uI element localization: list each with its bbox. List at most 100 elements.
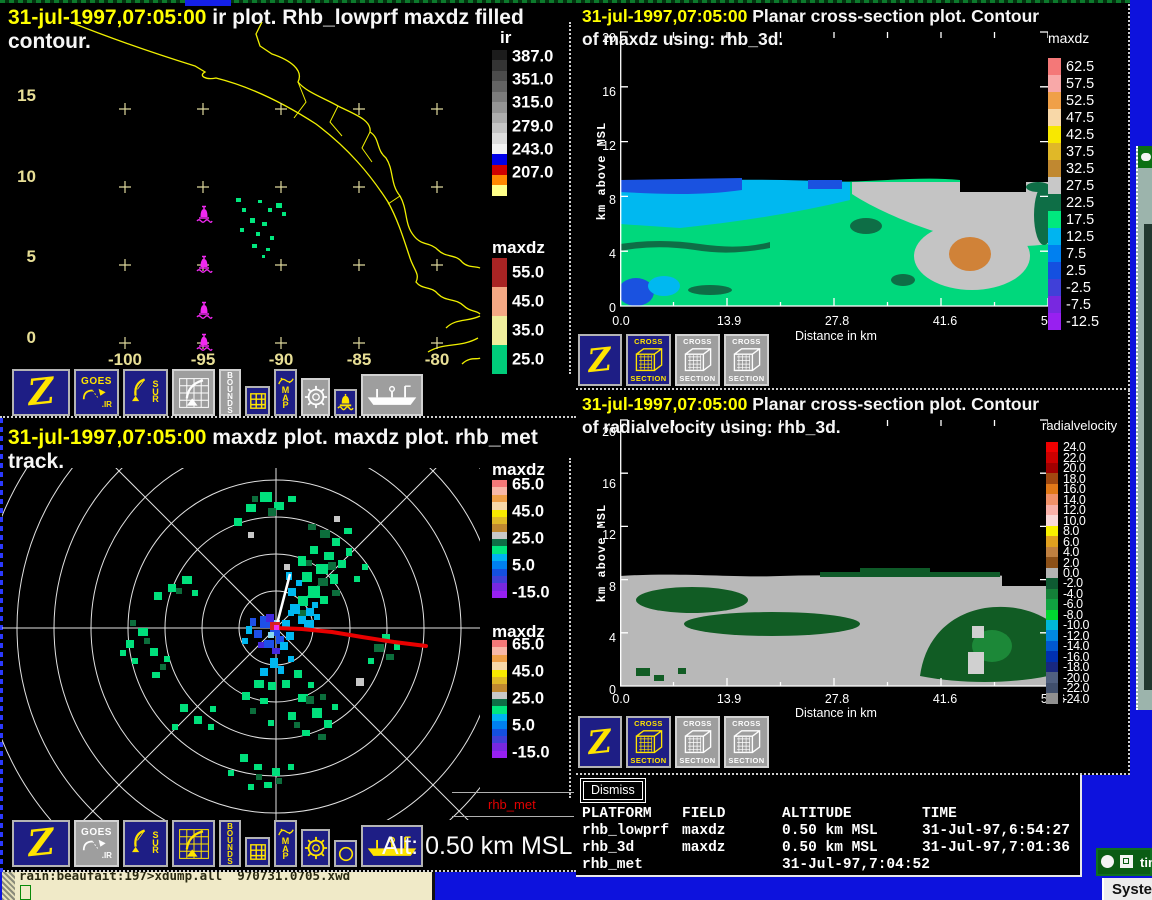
xsec-cube-button[interactable]: CROSSSECTION	[626, 334, 671, 386]
platform-status-table: PLATFORMFIELDALTITUDETIMErhb_lowprfmaxdz…	[582, 806, 1078, 874]
xsec-maxdz-timestamp: 31-jul-1997,07:05:00	[582, 6, 747, 26]
status-table-cell: maxdz	[682, 840, 726, 856]
goes-ir-button[interactable]: GOES.IR	[74, 820, 119, 867]
bounds-button[interactable]: BOUNDS	[219, 820, 241, 867]
map-button[interactable]: MAP	[274, 369, 297, 416]
zebra-logo-icon: Z	[26, 826, 56, 861]
terminal-cursor	[20, 885, 31, 900]
xsec-cube-button[interactable]: CROSSSECTION	[675, 716, 720, 768]
terminal-window[interactable]: rain:beaufait:197>xdump.all 970731.0705.…	[2, 872, 435, 900]
tim-window-titlebar[interactable]: tim	[1096, 848, 1152, 876]
colorbar-tick: -12.5	[1066, 314, 1099, 330]
xsec-cube-button[interactable]: CROSSSECTION	[626, 716, 671, 768]
surveillance-radar-icon: SUR	[132, 828, 159, 860]
xsec-radial-colorbar: 24.022.020.018.016.014.012.010.08.06.04.…	[1046, 442, 1063, 704]
window-iconify-icon[interactable]	[1120, 855, 1133, 868]
axis-tick-label: 13.9	[717, 692, 741, 706]
xsec-maxdz-colorbar: 62.557.552.547.542.537.532.527.522.517.5…	[1048, 58, 1066, 330]
side-window-partial[interactable]	[1136, 146, 1152, 710]
map-icon: MAP	[277, 826, 295, 861]
panel-divider2	[569, 458, 571, 798]
gear-icon	[304, 836, 328, 860]
xsec-radial-timestamp: 31-jul-1997,07:05:00	[582, 394, 747, 414]
gear-button[interactable]	[301, 829, 330, 867]
xsec-maxdz-plot[interactable]	[620, 30, 1048, 314]
map-icon: MAP	[277, 375, 295, 410]
xsec-cube-button[interactable]: CROSSSECTION	[675, 334, 720, 386]
ir-map-plot[interactable]	[0, 22, 482, 370]
tim-window-body[interactable]: Syste	[1102, 878, 1152, 900]
status-table-cell: maxdz	[682, 823, 726, 839]
maxdz-colorbar-label: maxdz	[492, 238, 545, 258]
bounds-button[interactable]: BOUNDS	[219, 369, 241, 416]
zebra-logo-button[interactable]: Z	[12, 369, 70, 416]
terminal-scrollbar[interactable]	[2, 872, 15, 900]
radar-sur-button[interactable]: SUR	[123, 820, 168, 867]
status-table-row: rhb_3dmaxdz0.50 km MSL31-Jul-97,7:01:36	[582, 840, 1078, 857]
circle-button[interactable]	[334, 840, 357, 867]
ship-button[interactable]	[361, 374, 423, 416]
xsec-cube-button[interactable]: CROSSSECTION	[724, 334, 769, 386]
xsec-radial-plot[interactable]	[620, 418, 1048, 690]
axis-tick-label: 13.9	[717, 314, 741, 328]
axis-tick-label: 12	[602, 139, 616, 153]
ppi-colorbar2: 65.045.025.05.0-15.0	[492, 640, 512, 758]
tim-window-title: tim	[1140, 855, 1152, 870]
ir-panel-title: 31-jul-1997,07:05:00 ir plot. Rhb_lowprf…	[8, 6, 566, 53]
colorbar-tick: 25.0	[512, 350, 544, 369]
zebra-display-screen: { "ir_panel": { "time": "31-jul-1997,07:…	[0, 0, 1152, 900]
status-table-cell: FIELD	[682, 806, 726, 822]
legend-rule-bottom	[452, 816, 574, 817]
dismiss-button[interactable]: Dismiss	[580, 778, 646, 803]
radar-grid-button[interactable]	[172, 820, 215, 867]
status-table-row: PLATFORMFIELDALTITUDETIME	[582, 806, 1078, 823]
colorbar-tick: 55.0	[512, 263, 544, 282]
zebra-logo-button[interactable]: Z	[578, 716, 622, 768]
xsec-cube-button[interactable]: CROSSSECTION	[724, 716, 769, 768]
colorbar-tick: 7.5	[1066, 246, 1086, 262]
colorbar-tick: -15.0	[512, 584, 550, 603]
status-table-cell: 31-Jul-97,7:01:36	[922, 840, 1070, 856]
colorbar-swatches	[492, 258, 507, 374]
buoy-button[interactable]	[334, 389, 357, 416]
radar-sur-button[interactable]: SUR	[123, 369, 168, 416]
xsec-maxdz-panel: 31-jul-1997,07:05:00 Planar cross-sectio…	[576, 0, 1130, 390]
xsec-radial-yaxis: 201612840	[598, 432, 616, 690]
window-menu-icon[interactable]	[1101, 855, 1114, 868]
xsec-maxdz-title: 31-jul-1997,07:05:00 Planar cross-sectio…	[582, 5, 1060, 51]
cross-section-cube-icon	[631, 347, 667, 374]
zebra-logo-button[interactable]: Z	[578, 334, 622, 386]
radar-grid-button[interactable]	[172, 369, 215, 416]
radar-echo-specks	[236, 198, 286, 258]
zebra-logo-icon: Z	[587, 726, 613, 757]
window-menu-icon[interactable]	[1141, 153, 1151, 161]
colorbar-tick: 45.0	[512, 292, 544, 311]
colorbar-swatches	[492, 480, 507, 598]
status-window: Dismiss PLATFORMFIELDALTITUDETIMErhb_low…	[576, 775, 1082, 877]
panel-divider	[569, 22, 571, 374]
circle-icon	[337, 845, 355, 863]
axis-tick-label: 0	[609, 301, 616, 315]
colorbar-tick: 387.0	[512, 48, 553, 67]
zebra-logo-button[interactable]: Z	[12, 820, 70, 867]
colorbar-tick: 207.0	[512, 163, 553, 182]
xsec-maxdz-yaxis: 201612840	[598, 38, 616, 308]
colorbar-tick: 45.0	[512, 502, 544, 521]
ppi-radar-plot[interactable]	[2, 468, 480, 820]
axis-tick-label: 20	[602, 425, 616, 439]
side-window-titlebar[interactable]	[1138, 146, 1152, 168]
cross-section-cube-icon	[680, 347, 716, 374]
radar-ppi-panel: 31-jul-1997,07:05:00 maxdz plot. maxdz p…	[0, 418, 576, 872]
gear-button[interactable]	[301, 378, 330, 416]
axis-tick-label: -95	[191, 350, 216, 370]
colorbar-tick: 351.0	[512, 71, 553, 90]
grid-small-button[interactable]	[245, 386, 270, 416]
grid-small-button[interactable]	[245, 837, 270, 867]
colorbar-tick: 315.0	[512, 94, 553, 113]
goes-ir-button[interactable]: GOES.IR	[74, 369, 119, 416]
xsec-radial-xaxis: 0.013.927.841.655.6	[621, 692, 1053, 707]
status-table-cell: ALTITUDE	[782, 806, 852, 822]
map-button[interactable]: MAP	[274, 820, 297, 867]
wm-border-top-blue	[185, 0, 231, 6]
axis-tick-label: 4	[609, 247, 616, 261]
